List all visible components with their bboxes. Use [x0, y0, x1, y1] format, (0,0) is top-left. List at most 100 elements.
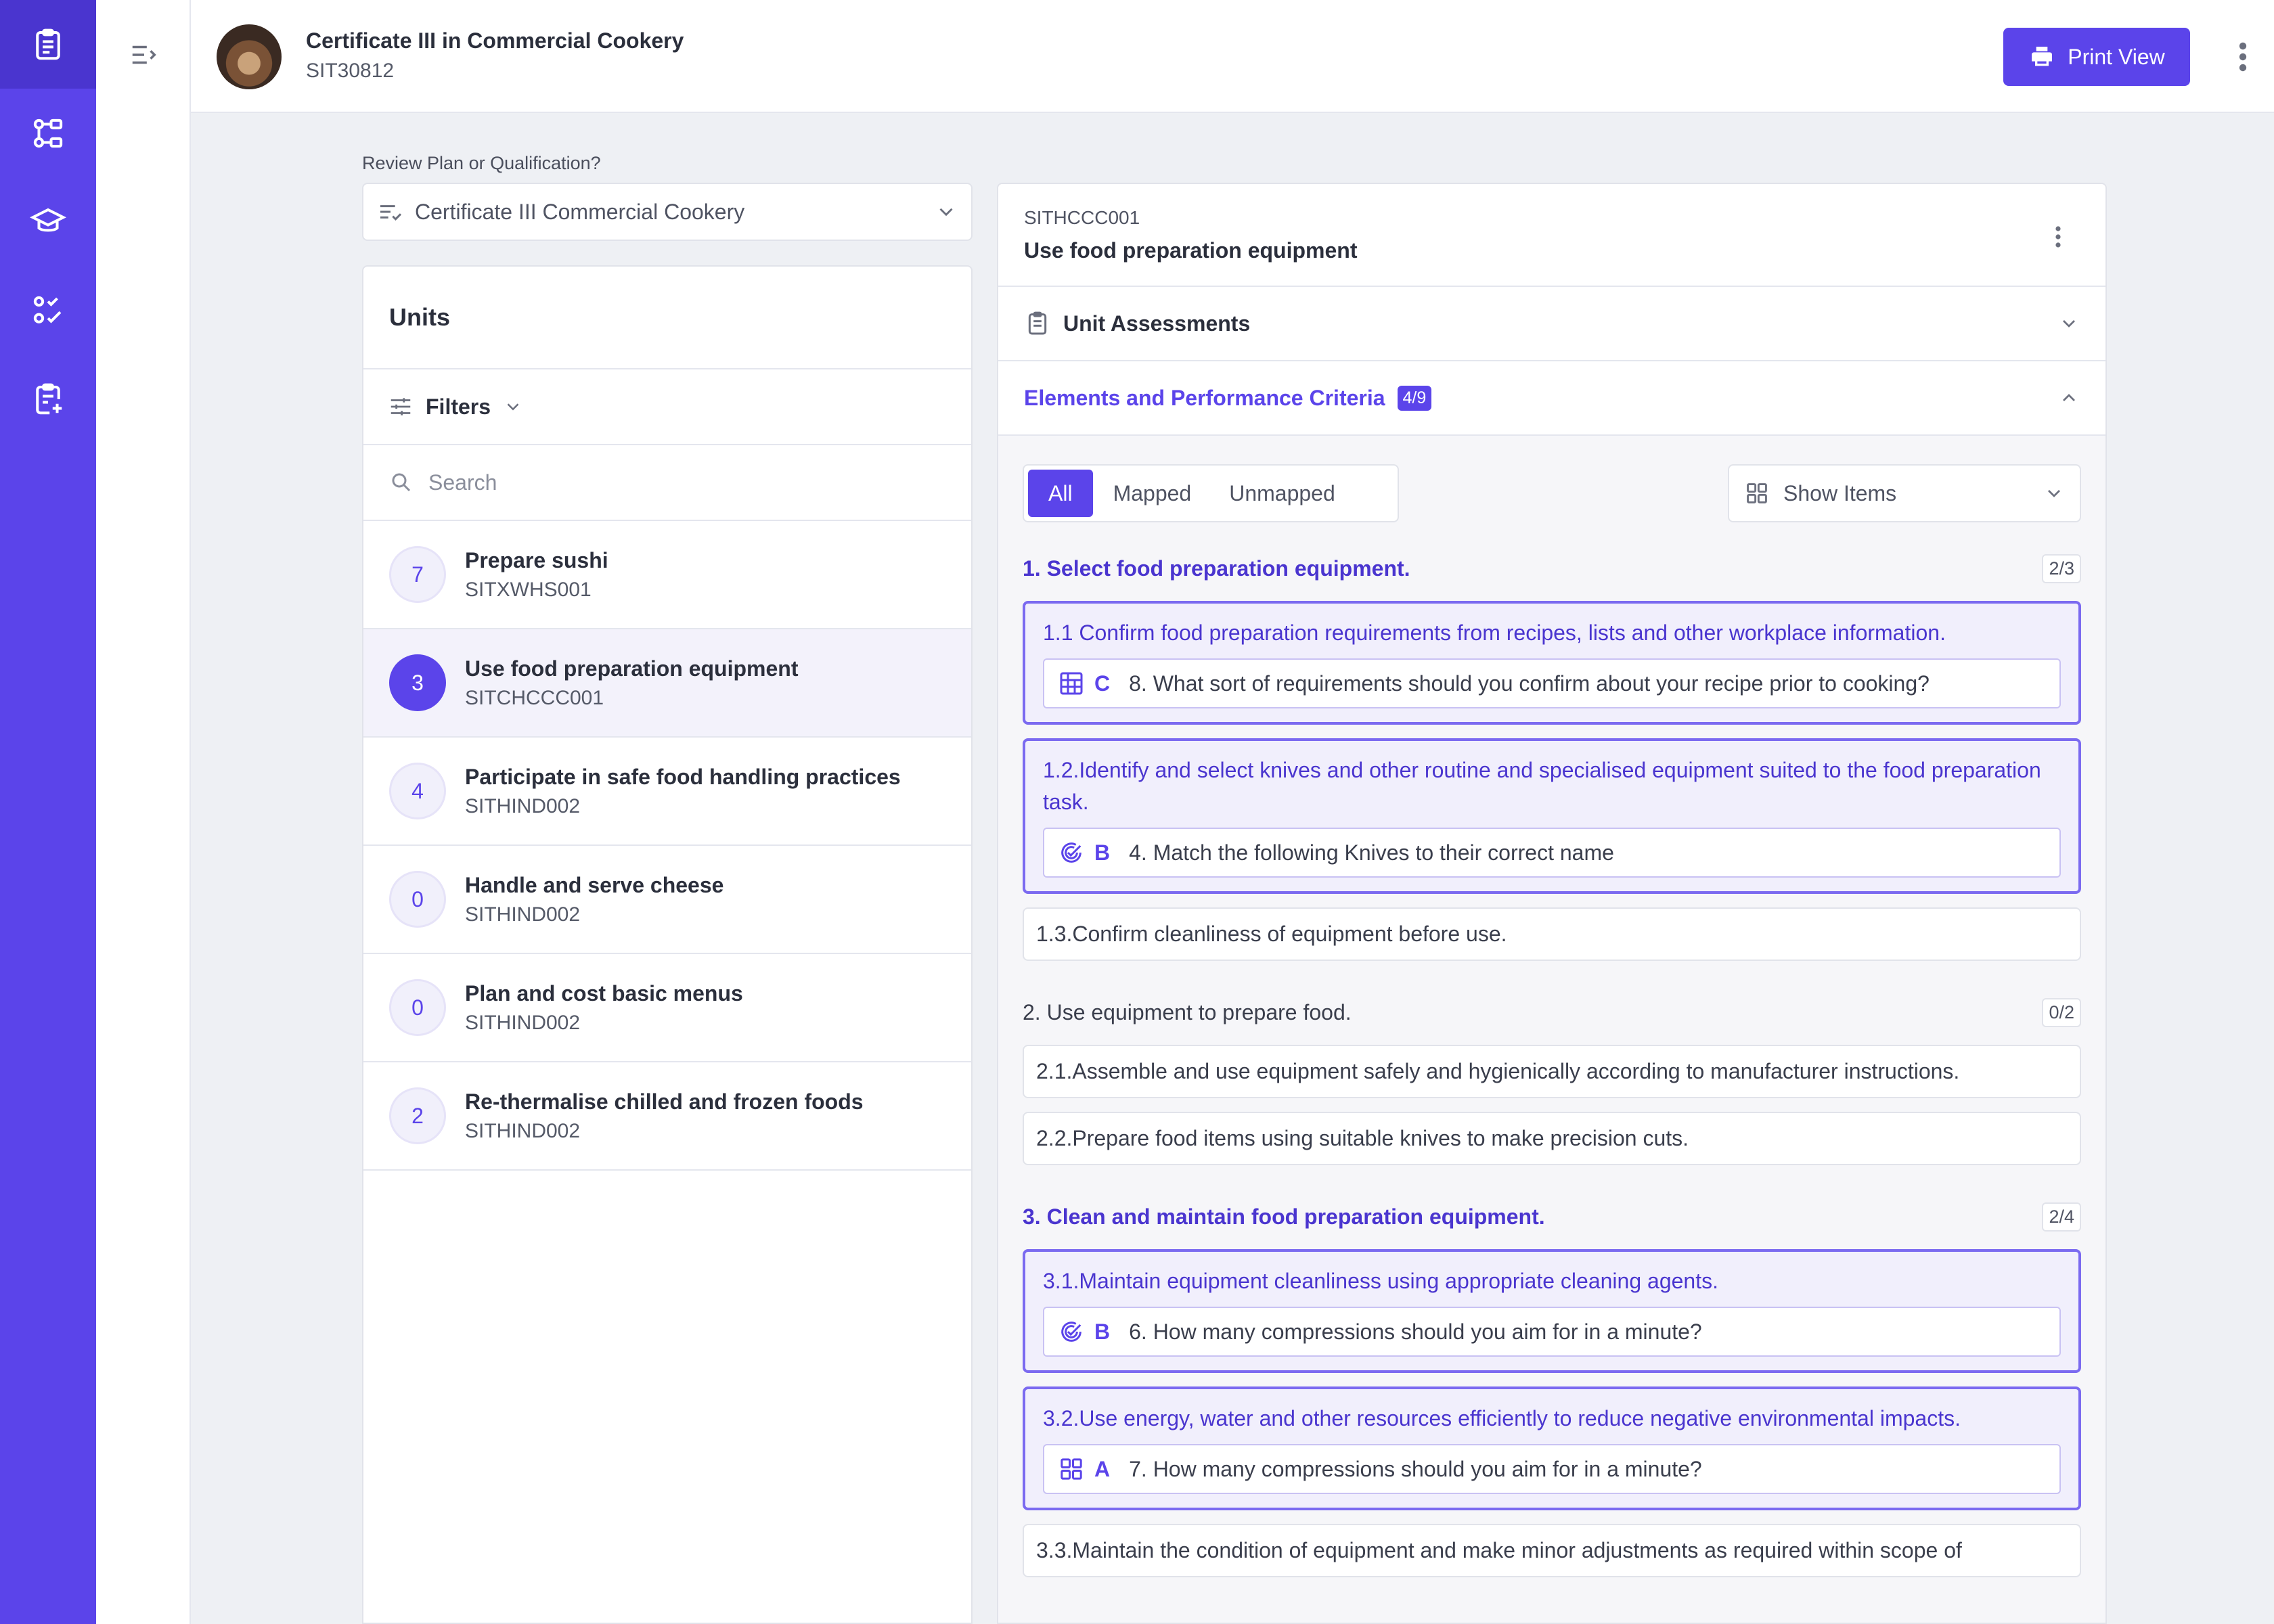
tab-all[interactable]: All	[1028, 470, 1093, 517]
unit-row[interactable]: 3 Use food preparation equipment SITCHCC…	[363, 629, 971, 738]
list-check-icon	[380, 205, 402, 221]
rail-checklist-button[interactable]	[0, 266, 96, 355]
performance-criterion[interactable]: 2.1.Assemble and use equipment safely an…	[1023, 1045, 2081, 1098]
more-options-icon[interactable]	[2237, 41, 2248, 73]
clipboard-add-icon	[36, 383, 62, 414]
rail-workflow-button[interactable]	[0, 89, 96, 177]
tab-unmapped[interactable]: Unmapped	[1211, 470, 1353, 517]
element-heading: 3. Clean and maintain food preparation e…	[1023, 1198, 2081, 1236]
plan-select-value: Certificate III Commercial Cookery	[415, 199, 745, 224]
show-items-select[interactable]: Show Items	[1728, 464, 2081, 522]
printer-icon	[2032, 47, 2053, 66]
question-text: 8. What sort of requirements should you …	[1129, 671, 1930, 696]
chevron-down-icon	[2048, 490, 2060, 497]
elements-list: 1. Select food preparation equipment. 2/…	[1023, 549, 2081, 1577]
unit-name: Prepare sushi	[465, 547, 608, 572]
element-title: 3. Clean and maintain food preparation e…	[1023, 1204, 1545, 1229]
rail-education-button[interactable]	[0, 177, 96, 266]
unit-row[interactable]: 7 Prepare sushi SITXWHS001	[363, 521, 971, 629]
unit-code: SITXWHS001	[465, 578, 592, 601]
unit-text: Use food preparation equipment SITCHCCC0…	[465, 656, 798, 710]
show-items-label: Show Items	[1783, 480, 1897, 505]
unit-row[interactable]: 4 Participate in safe food handling prac…	[363, 738, 971, 846]
question-assessment-letter: A	[1094, 1456, 1111, 1481]
check-badge-icon	[1061, 1322, 1082, 1342]
chevron-up-icon	[2063, 394, 2075, 401]
expand-menu-icon[interactable]	[129, 39, 160, 70]
unit-name: Participate in safe food handling practi…	[465, 764, 901, 789]
mapped-question[interactable]: C 8. What sort of requirements should yo…	[1043, 658, 2061, 708]
unit-code: SITHIND002	[465, 1119, 581, 1142]
unit-detail-panel: SITHCCC001 Use food preparation equipmen…	[997, 183, 2107, 1624]
unit-text: Prepare sushi SITXWHS001	[465, 548, 608, 602]
performance-criterion[interactable]: 3.3.Maintain the condition of equipment …	[1023, 1524, 2081, 1577]
unit-count-badge: 4	[389, 763, 446, 819]
performance-criterion[interactable]: 3.2.Use energy, water and other resource…	[1023, 1386, 2081, 1510]
criterion-text: 2.1.Assemble and use equipment safely an…	[1036, 1059, 1960, 1083]
criterion-text: 2.2.Prepare food items using suitable kn…	[1036, 1126, 1689, 1150]
unit-row[interactable]: 0 Plan and cost basic menus SITHIND002	[363, 954, 971, 1062]
element-section: 2. Use equipment to prepare food. 0/2 2.…	[1023, 993, 2081, 1165]
mapping-filter-tabs: All Mapped Unmapped	[1023, 464, 1399, 522]
unit-code: SITHCCC001	[1024, 207, 1140, 228]
checklist-icon	[33, 296, 62, 323]
criterion-text: 1.1 Confirm food preparation requirement…	[1043, 621, 1946, 645]
course-code: SIT30812	[306, 60, 395, 82]
unit-name: Handle and serve cheese	[465, 872, 724, 897]
unit-count-badge: 3	[389, 654, 446, 711]
element-ratio-badge: 2/4	[2042, 1202, 2081, 1232]
mapped-question[interactable]: A 7. How many compressions should you ai…	[1043, 1444, 2061, 1494]
grid-icon	[1747, 483, 1767, 503]
unit-text: Participate in safe food handling practi…	[465, 765, 901, 818]
filters-button[interactable]: Filters	[363, 369, 971, 445]
unit-code: SITHIND002	[465, 1011, 581, 1034]
search-field[interactable]: Search	[363, 445, 971, 521]
print-view-button[interactable]: Print View	[2003, 28, 2190, 86]
chevron-down-icon	[2063, 320, 2075, 328]
app-rail	[0, 0, 96, 1624]
chevron-down-icon	[507, 403, 519, 411]
rail-clipboard-button[interactable]	[0, 0, 96, 89]
element-heading: 1. Select food preparation equipment. 2/…	[1023, 549, 2081, 587]
performance-criterion[interactable]: 1.3.Confirm cleanliness of equipment bef…	[1023, 907, 2081, 961]
tab-mapped[interactable]: Mapped	[1096, 470, 1209, 517]
unit-name: Use food preparation equipment	[465, 656, 799, 681]
mapped-question[interactable]: B 6. How many compressions should you ai…	[1043, 1307, 2061, 1357]
epc-accordion[interactable]: Elements and Performance Criteria 4/9	[998, 361, 2105, 436]
grid-icon	[1061, 1458, 1082, 1480]
clipboard-icon	[36, 28, 60, 60]
unit-assessments-accordion[interactable]: Unit Assessments	[998, 287, 2105, 361]
course-title: Certificate III in Commercial Cookery	[306, 28, 684, 53]
chevron-down-icon	[939, 208, 953, 217]
rail-add-assessment-button[interactable]	[0, 355, 96, 443]
filters-label: Filters	[426, 394, 491, 419]
element-ratio-badge: 0/2	[2042, 997, 2081, 1027]
unit-count-badge: 2	[389, 1087, 446, 1144]
question-assessment-letter: C	[1094, 671, 1111, 696]
search-input[interactable]: Search	[428, 470, 497, 495]
question-text: 7. How many compressions should you aim …	[1129, 1456, 1702, 1481]
unit-list: 7 Prepare sushi SITXWHS001 3 Use food pr…	[363, 521, 971, 1171]
review-plan-label: Review Plan or Qualification?	[362, 153, 601, 173]
performance-criterion[interactable]: 2.2.Prepare food items using suitable kn…	[1023, 1112, 2081, 1165]
performance-criterion[interactable]: 3.1.Maintain equipment cleanliness using…	[1023, 1249, 2081, 1373]
element-ratio-badge: 2/3	[2042, 554, 2081, 583]
element-title: 2. Use equipment to prepare food.	[1023, 999, 1352, 1024]
criterion-text: 3.3.Maintain the condition of equipment …	[1036, 1538, 1962, 1562]
graduation-cap-icon	[30, 208, 66, 231]
unit-text: Handle and serve cheese SITHIND002	[465, 873, 723, 926]
unit-row[interactable]: 2 Re-thermalise chilled and frozen foods…	[363, 1062, 971, 1171]
unit-title: Use food preparation equipment	[1024, 238, 1358, 263]
more-options-icon[interactable]	[2054, 223, 2062, 250]
performance-criterion[interactable]: 1.2.Identify and select knives and other…	[1023, 738, 2081, 894]
units-panel: Units Filters Search 7 Prepare sushi SIT…	[362, 265, 973, 1624]
unit-row[interactable]: 0 Handle and serve cheese SITHIND002	[363, 846, 971, 954]
top-bar: Certificate III in Commercial Cookery SI…	[191, 0, 2274, 113]
epc-label: Elements and Performance Criteria	[1024, 385, 1385, 410]
unit-name: Plan and cost basic menus	[465, 980, 743, 1006]
criterion-text: 3.2.Use energy, water and other resource…	[1043, 1406, 1961, 1430]
mapped-question[interactable]: B 4. Match the following Knives to their…	[1043, 828, 2061, 878]
course-avatar	[217, 24, 282, 89]
performance-criterion[interactable]: 1.1 Confirm food preparation requirement…	[1023, 601, 2081, 725]
plan-select[interactable]: Certificate III Commercial Cookery	[362, 183, 973, 241]
